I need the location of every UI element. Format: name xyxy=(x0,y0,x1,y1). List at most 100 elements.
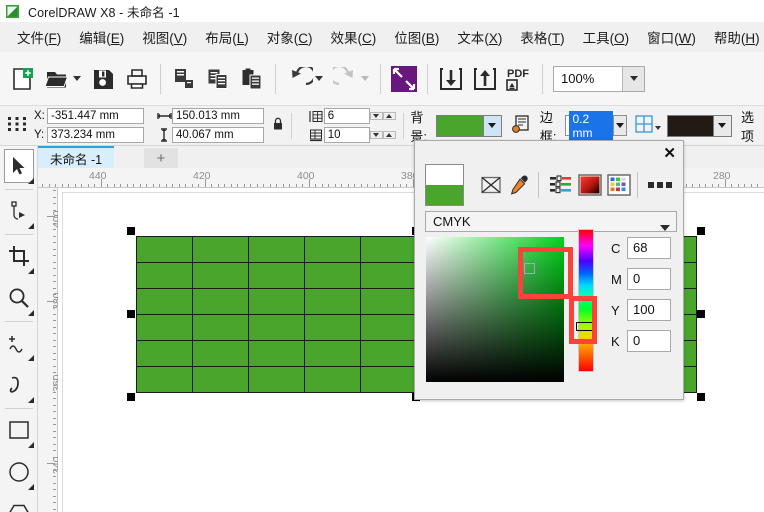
table-cell[interactable] xyxy=(248,262,305,289)
rows-spin-up-button[interactable] xyxy=(382,112,396,120)
menu-file[interactable]: 文件(F) xyxy=(8,25,70,49)
table-cell[interactable] xyxy=(360,366,417,393)
tool-artistic-media[interactable] xyxy=(0,365,38,407)
hue-strip[interactable] xyxy=(578,229,594,372)
outline-color-swatch[interactable] xyxy=(667,115,713,136)
table-cell[interactable] xyxy=(360,236,417,263)
table-cell[interactable] xyxy=(304,366,361,393)
menu-table[interactable]: 表格(T) xyxy=(511,25,573,49)
vertical-ruler[interactable]: 400 380 360 340 xyxy=(38,188,63,512)
tool-pick[interactable] xyxy=(0,146,38,188)
menu-effects[interactable]: 效果(C) xyxy=(322,25,386,49)
border-select-dropdown-icon[interactable] xyxy=(654,119,661,133)
zoom-dropdown-button[interactable] xyxy=(622,66,644,91)
selection-handle[interactable] xyxy=(697,227,705,235)
undo-dropdown-icon[interactable] xyxy=(315,76,323,81)
fullscreen-preview-button[interactable] xyxy=(387,59,421,99)
selection-handle[interactable] xyxy=(127,310,135,318)
tool-rectangle[interactable] xyxy=(0,410,38,452)
menu-layout[interactable]: 布局(L) xyxy=(196,25,258,49)
y-position-input[interactable]: 373.234 mm xyxy=(47,127,144,143)
publish-pdf-button[interactable]: PDF xyxy=(502,59,536,99)
table-cell[interactable] xyxy=(304,314,361,341)
color-field-marker[interactable] xyxy=(524,263,535,274)
export-button[interactable] xyxy=(468,59,502,99)
zoom-tool-flyout-icon[interactable] xyxy=(28,310,34,316)
ellipse-tool-flyout-icon[interactable] xyxy=(28,484,34,490)
table-cell[interactable] xyxy=(136,366,193,393)
open-dropdown-icon[interactable] xyxy=(73,76,81,81)
cut-button[interactable] xyxy=(167,59,201,99)
color-model-dropdown[interactable]: CMYK xyxy=(425,211,677,232)
zoom-level-combobox[interactable]: 100% xyxy=(553,65,645,92)
color-viewers-icon[interactable] xyxy=(577,170,602,200)
outline-color-dropdown-button[interactable] xyxy=(712,115,731,136)
background-color-swatch[interactable] xyxy=(436,115,483,136)
table-cell[interactable] xyxy=(304,262,361,289)
document-tab[interactable]: 未命名 -1 xyxy=(38,146,115,168)
table-cell[interactable] xyxy=(192,236,249,263)
background-color-dropdown-button[interactable] xyxy=(482,115,501,136)
table-cell[interactable] xyxy=(360,262,417,289)
menu-help[interactable]: 帮助(H) xyxy=(705,25,764,49)
table-cell[interactable] xyxy=(192,262,249,289)
tool-zoom[interactable] xyxy=(0,278,38,320)
edit-fill-button[interactable] xyxy=(511,114,531,137)
menu-text[interactable]: 文本(X) xyxy=(448,25,511,49)
copy-button[interactable] xyxy=(201,59,235,99)
rows-input[interactable]: 6 xyxy=(323,108,370,124)
black-input[interactable]: 0 xyxy=(627,330,671,352)
table-cell[interactable] xyxy=(248,288,305,315)
table-cell[interactable] xyxy=(360,314,417,341)
table-cell[interactable] xyxy=(192,366,249,393)
table-cell[interactable] xyxy=(304,236,361,263)
rectangle-tool-flyout-icon[interactable] xyxy=(28,442,34,448)
open-document-button[interactable] xyxy=(40,59,86,99)
cyan-input[interactable]: 68 xyxy=(627,237,671,259)
color-field[interactable] xyxy=(426,237,564,382)
eyedropper-icon[interactable] xyxy=(508,170,533,200)
new-document-button[interactable] xyxy=(6,59,40,99)
pick-tool-flyout-icon[interactable] xyxy=(28,178,34,184)
magenta-input[interactable]: 0 xyxy=(627,268,671,290)
color-picker-dialog[interactable]: ✕ CMYK C 68 M 0 Y 100 K 0 xyxy=(414,140,684,400)
tool-freehand[interactable] xyxy=(0,323,38,365)
menu-window[interactable]: 窗口(W) xyxy=(638,25,705,49)
lock-ratio-icon[interactable] xyxy=(272,116,284,135)
table-cell[interactable] xyxy=(136,288,193,315)
selection-handle[interactable] xyxy=(697,310,705,318)
paste-button[interactable] xyxy=(235,59,269,99)
table-cell[interactable] xyxy=(360,288,417,315)
close-icon[interactable]: ✕ xyxy=(663,144,676,162)
table-cell[interactable] xyxy=(248,236,305,263)
table-cell[interactable] xyxy=(304,288,361,315)
menu-view[interactable]: 视图(V) xyxy=(133,25,196,49)
color-palettes-icon[interactable] xyxy=(607,170,632,200)
freehand-tool-flyout-icon[interactable] xyxy=(28,355,34,361)
columns-dropdown-button[interactable] xyxy=(369,131,383,139)
tool-shape[interactable] xyxy=(0,191,38,233)
yellow-input[interactable]: 100 xyxy=(627,299,671,321)
height-input[interactable]: 40.067 mm xyxy=(172,127,264,143)
tool-crop[interactable] xyxy=(0,236,38,278)
columns-spin-up-button[interactable] xyxy=(382,131,396,139)
more-options-icon[interactable] xyxy=(647,170,677,200)
columns-input[interactable]: 10 xyxy=(323,127,370,143)
tool-ellipse[interactable] xyxy=(0,452,38,494)
print-button[interactable] xyxy=(120,59,154,99)
table-cell[interactable] xyxy=(136,314,193,341)
table-cell[interactable] xyxy=(304,340,361,367)
table-cell[interactable] xyxy=(360,340,417,367)
x-position-input[interactable]: -351.447 mm xyxy=(47,108,144,124)
shape-tool-flyout-icon[interactable] xyxy=(28,223,34,229)
color-sliders-icon[interactable] xyxy=(548,170,573,200)
table-cell[interactable] xyxy=(192,340,249,367)
import-button[interactable] xyxy=(434,59,468,99)
redo-button[interactable] xyxy=(328,59,374,99)
selection-handle[interactable] xyxy=(127,227,135,235)
menu-tools[interactable]: 工具(O) xyxy=(574,25,639,49)
rows-dropdown-button[interactable] xyxy=(369,112,383,120)
table-cell[interactable] xyxy=(136,340,193,367)
background-color-picker[interactable] xyxy=(435,114,502,137)
menu-object[interactable]: 对象(C) xyxy=(258,25,322,49)
